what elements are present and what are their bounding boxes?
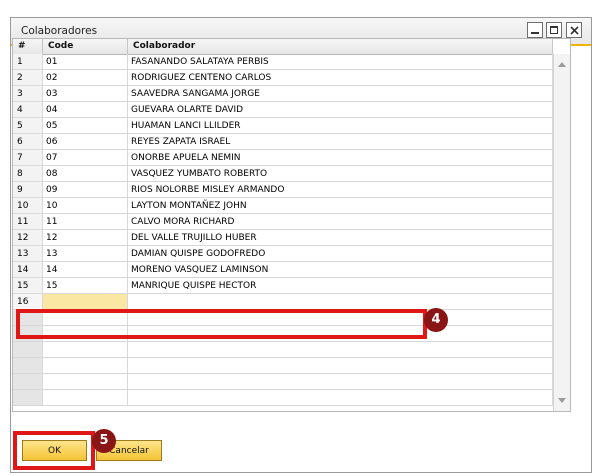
table-row[interactable]: 11 11 CALVO MORA RICHARD [13, 214, 553, 230]
colaborador-cell[interactable]: VASQUEZ YUMBATO ROBERTO [128, 166, 553, 182]
table-row[interactable]: 12 12 DEL VALLE TRUJILLO HUBER [13, 230, 553, 246]
colaborador-cell[interactable] [128, 342, 553, 358]
row-number-cell[interactable]: 14 [13, 262, 43, 278]
step-badge-4: 4 [424, 308, 448, 332]
table-row[interactable]: 16 [13, 294, 553, 310]
code-cell[interactable]: 09 [43, 182, 128, 198]
code-cell[interactable]: 14 [43, 262, 128, 278]
empty-row[interactable] [13, 374, 553, 390]
colaborador-cell[interactable] [128, 358, 553, 374]
code-cell[interactable]: 04 [43, 102, 128, 118]
row-number-cell[interactable]: 4 [13, 102, 43, 118]
scroll-down-icon[interactable] [558, 398, 566, 403]
table-row[interactable]: 5 05 HUAMAN LANCI LLILDER [13, 118, 553, 134]
column-header-colaborador[interactable]: Colaborador [128, 39, 553, 54]
scroll-up-icon[interactable] [558, 62, 566, 67]
row-number-cell[interactable]: 9 [13, 182, 43, 198]
row-number-cell[interactable] [13, 342, 43, 358]
code-cell[interactable]: 06 [43, 134, 128, 150]
code-cell[interactable] [43, 390, 128, 406]
table-row[interactable]: 1 01 FASANANDO SALATAYA PERBIS [13, 54, 553, 70]
row-number-cell[interactable]: 3 [13, 86, 43, 102]
colaborador-cell[interactable] [128, 294, 553, 310]
row-number-cell[interactable] [13, 358, 43, 374]
table-row[interactable]: 8 08 VASQUEZ YUMBATO ROBERTO [13, 166, 553, 182]
code-cell[interactable] [43, 374, 128, 390]
table-row[interactable]: 6 06 REYES ZAPATA ISRAEL [13, 134, 553, 150]
colaborador-cell[interactable]: SAAVEDRA SANGAMA JORGE [128, 86, 553, 102]
code-cell[interactable]: 02 [43, 70, 128, 86]
colaborador-cell[interactable]: LAYTON MONTAÑEZ JOHN [128, 198, 553, 214]
code-cell[interactable]: 15 [43, 278, 128, 294]
maximize-icon[interactable] [546, 22, 562, 38]
vertical-scrollbar[interactable] [553, 54, 570, 411]
colaborador-cell[interactable]: RODRIGUEZ CENTENO CARLOS [128, 70, 553, 86]
colaborador-cell[interactable]: CALVO MORA RICHARD [128, 214, 553, 230]
column-header-number[interactable]: # [13, 39, 43, 54]
colaborador-cell[interactable]: FASANANDO SALATAYA PERBIS [128, 54, 553, 70]
row-number-cell[interactable]: 10 [13, 198, 43, 214]
table-row[interactable]: 10 10 LAYTON MONTAÑEZ JOHN [13, 198, 553, 214]
row-number-cell[interactable] [13, 390, 43, 406]
column-header-code[interactable]: Code [43, 39, 128, 54]
grid-header: # Code Colaborador [13, 39, 553, 55]
table-row[interactable]: 14 14 MORENO VASQUEZ LAMINSON [13, 262, 553, 278]
row-number-cell[interactable] [13, 374, 43, 390]
row-number-cell[interactable]: 16 [13, 294, 43, 310]
row-number-cell[interactable]: 11 [13, 214, 43, 230]
window-title: Colaboradores [21, 25, 98, 37]
row-number-cell[interactable]: 7 [13, 150, 43, 166]
code-cell[interactable] [43, 294, 128, 310]
row-number-cell[interactable]: 6 [13, 134, 43, 150]
colaborador-cell[interactable]: REYES ZAPATA ISRAEL [128, 134, 553, 150]
row-number-cell[interactable]: 15 [13, 278, 43, 294]
highlight-new-row [16, 309, 427, 339]
table-row[interactable]: 13 13 DAMIAN QUISPE GODOFREDO [13, 246, 553, 262]
table-row[interactable]: 2 02 RODRIGUEZ CENTENO CARLOS [13, 70, 553, 86]
code-cell[interactable]: 13 [43, 246, 128, 262]
empty-row[interactable] [13, 358, 553, 374]
step-badge-5: 5 [92, 429, 116, 453]
code-cell[interactable] [43, 358, 128, 374]
row-number-cell[interactable]: 2 [13, 70, 43, 86]
row-number-cell[interactable]: 5 [13, 118, 43, 134]
row-number-cell[interactable]: 12 [13, 230, 43, 246]
code-cell[interactable]: 07 [43, 150, 128, 166]
table-row[interactable]: 7 07 ONORBE APUELA NEMIN [13, 150, 553, 166]
colaborador-cell[interactable] [128, 374, 553, 390]
row-number-cell[interactable]: 8 [13, 166, 43, 182]
colaborador-cell[interactable]: RIOS NOLORBE MISLEY ARMANDO [128, 182, 553, 198]
code-cell[interactable]: 03 [43, 86, 128, 102]
empty-row[interactable] [13, 390, 553, 406]
minimize-icon[interactable] [527, 22, 543, 38]
code-cell[interactable]: 08 [43, 166, 128, 182]
table-row[interactable]: 9 09 RIOS NOLORBE MISLEY ARMANDO [13, 182, 553, 198]
empty-row[interactable] [13, 342, 553, 358]
code-cell[interactable]: 01 [43, 54, 128, 70]
code-cell[interactable]: 05 [43, 118, 128, 134]
colaborador-cell[interactable]: HUAMAN LANCI LLILDER [128, 118, 553, 134]
close-icon[interactable] [566, 22, 582, 38]
code-cell[interactable] [43, 342, 128, 358]
table-row[interactable]: 4 04 GUEVARA OLARTE DAVID [13, 102, 553, 118]
table-row[interactable]: 3 03 SAAVEDRA SANGAMA JORGE [13, 86, 553, 102]
row-number-cell[interactable]: 13 [13, 246, 43, 262]
colaborador-cell[interactable]: GUEVARA OLARTE DAVID [128, 102, 553, 118]
colaborador-cell[interactable]: DEL VALLE TRUJILLO HUBER [128, 230, 553, 246]
highlight-ok-button [13, 431, 95, 470]
code-cell[interactable]: 11 [43, 214, 128, 230]
colaborador-cell[interactable]: ONORBE APUELA NEMIN [128, 150, 553, 166]
code-cell[interactable]: 12 [43, 230, 128, 246]
colaborador-cell[interactable] [128, 390, 553, 406]
table-row[interactable]: 15 15 MANRIQUE QUISPE HECTOR [13, 278, 553, 294]
row-number-cell[interactable]: 1 [13, 54, 43, 70]
colaborador-cell[interactable]: MORENO VASQUEZ LAMINSON [128, 262, 553, 278]
code-cell[interactable]: 10 [43, 198, 128, 214]
colaborador-cell[interactable]: DAMIAN QUISPE GODOFREDO [128, 246, 553, 262]
colaborador-cell[interactable]: MANRIQUE QUISPE HECTOR [128, 278, 553, 294]
colaboradores-grid: # Code Colaborador 1 01 FASANANDO SALATAYA… [12, 38, 571, 412]
